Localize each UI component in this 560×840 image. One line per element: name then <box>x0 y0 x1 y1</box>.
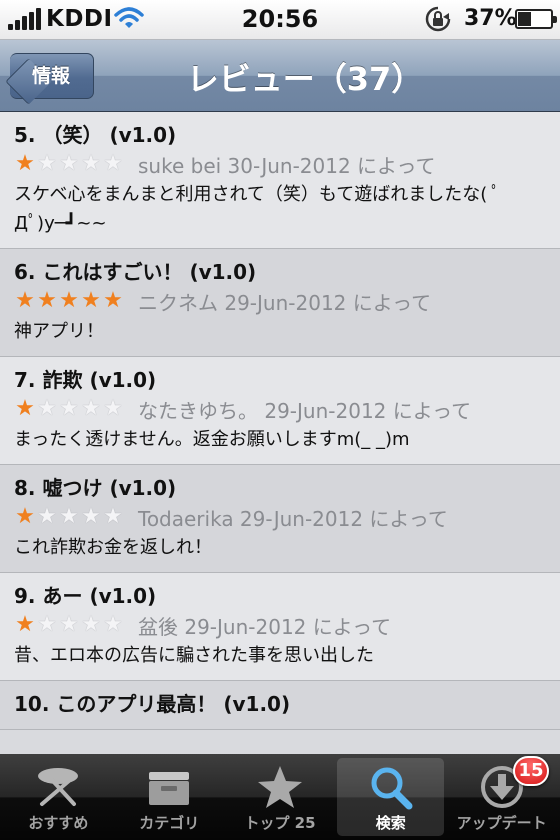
review-item[interactable]: 7. 詐欺 (v1.0) ★ ★ ★ ★ ★ なたきゆち。 29-Jun-2012 によって… <box>0 357 560 465</box>
star-icon: ★ <box>103 396 123 421</box>
star-icon: ★ <box>37 504 57 529</box>
review-author: 盆後 29-Jun-2012 によって <box>138 614 392 639</box>
star-icon: ★ <box>15 288 35 313</box>
review-title: 8. 嘘つけ (v1.0) <box>14 476 177 500</box>
star-icon: ★ <box>81 396 101 421</box>
back-button[interactable]: 情報 <box>5 53 94 105</box>
star-icon: ★ <box>15 151 35 176</box>
star-icon: ★ <box>81 612 101 637</box>
categories-icon <box>149 772 190 805</box>
updates-badge: 15 <box>512 756 549 786</box>
review-body: 神アプリ！ <box>14 321 104 342</box>
star-icon: ★ <box>59 504 79 529</box>
rotation-lock-icon <box>425 6 451 32</box>
star-icon: ★ <box>81 504 101 529</box>
tab-search[interactable]: 検索 <box>337 758 445 836</box>
tab-updates[interactable]: 15 アップデート <box>448 756 555 836</box>
star-icon <box>257 766 302 808</box>
tab-label: カテゴリ <box>139 814 200 832</box>
review-meta: ★ ★ ★ ★ ★ Todaerika 29-Jun-2012 によって <box>14 503 546 531</box>
navigation-bar: 情報 レビュー（37） <box>0 40 560 112</box>
battery-percent: 37% <box>464 6 517 31</box>
rating-stars: ★ ★ ★ ★ ★ <box>14 506 124 528</box>
review-list[interactable]: 5. （笑） (v1.0) ★ ★ ★ ★ ★ suke bei 30-Jun-2012 に… <box>0 112 560 754</box>
review-body: 昔、エロ本の広告に騙された事を思い出した <box>14 645 374 666</box>
battery-icon <box>515 9 557 29</box>
star-icon: ★ <box>37 288 57 313</box>
review-item[interactable]: 9. あー (v1.0) ★ ★ ★ ★ ★ 盆後 29-Jun-2012 によって 昔、エロ… <box>0 573 560 681</box>
star-icon: ★ <box>37 396 57 421</box>
star-icon: ★ <box>81 288 101 313</box>
review-item[interactable]: 8. 嘘つけ (v1.0) ★ ★ ★ ★ ★ Todaerika 29-Jun-2012 … <box>0 465 560 573</box>
rating-stars: ★ ★ ★ ★ ★ <box>14 290 124 312</box>
tab-label: アップデート <box>456 814 547 832</box>
review-item[interactable]: 5. （笑） (v1.0) ★ ★ ★ ★ ★ suke bei 30-Jun-2012 に… <box>0 112 560 249</box>
tab-label: おすすめ <box>28 814 89 832</box>
review-title: 9. あー (v1.0) <box>14 584 157 608</box>
star-icon: ★ <box>15 396 35 421</box>
tab-label: トップ 25 <box>244 814 316 832</box>
star-icon: ★ <box>59 288 79 313</box>
review-body: これ詐欺お金を返しれ！ <box>14 537 212 558</box>
star-icon: ★ <box>81 151 101 176</box>
star-icon: ★ <box>37 612 57 637</box>
review-author: Todaerika 29-Jun-2012 によって <box>138 506 448 531</box>
tab-top25[interactable]: トップ 25 <box>227 758 334 836</box>
review-title: 10. このアプリ最高！ (v1.0) <box>14 692 291 716</box>
star-icon: ★ <box>59 612 79 637</box>
rating-stars: ★ ★ ★ ★ ★ <box>14 614 124 636</box>
review-title: 7. 詐欺 (v1.0) <box>14 368 157 392</box>
star-icon: ★ <box>103 151 123 176</box>
review-item[interactable]: 6. これはすごい！ (v1.0) ★ ★ ★ ★ ★ ニクネム 29-Jun-2012 に… <box>0 249 560 357</box>
star-icon: ★ <box>59 396 79 421</box>
rating-stars: ★ ★ ★ ★ ★ <box>14 398 124 420</box>
review-author: なたきゆち。 29-Jun-2012 によって <box>138 398 472 423</box>
star-icon: ★ <box>103 288 123 313</box>
star-icon: ★ <box>103 612 123 637</box>
star-icon: ★ <box>103 504 123 529</box>
back-button-label: 情報 <box>32 65 71 87</box>
review-meta: ★ ★ ★ ★ ★ suke bei 30-Jun-2012 によって <box>14 150 546 178</box>
review-meta: ★ ★ ★ ★ ★ なたきゆち。 29-Jun-2012 によって <box>14 395 546 423</box>
review-body: まったく透けません。返金お願いしますm(_ _)m <box>14 429 410 450</box>
review-author: ニクネム 29-Jun-2012 によって <box>138 290 432 315</box>
status-bar: KDDI 20:56 37% <box>0 0 560 40</box>
review-item[interactable]: 10. このアプリ最高！ (v1.0) <box>0 681 560 730</box>
star-icon: ★ <box>15 504 35 529</box>
featured-icon <box>38 768 79 806</box>
star-icon: ★ <box>15 612 35 637</box>
review-meta: ★ ★ ★ ★ ★ ニクネム 29-Jun-2012 によって <box>14 287 546 315</box>
review-body: スケベ心をまんまと利用されて（笑）もて遊ばれましたな( ﾟДﾟ)y─┛~~ <box>14 184 501 234</box>
review-author: suke bei 30-Jun-2012 によって <box>138 153 436 178</box>
review-title: 5. （笑） (v1.0) <box>14 123 177 147</box>
tab-bar: おすすめ カテゴリ トップ 25 検索 15 アップデート <box>0 754 560 840</box>
star-icon: ★ <box>59 151 79 176</box>
tab-label: 検索 <box>375 814 406 832</box>
search-icon <box>371 767 413 810</box>
rating-stars: ★ ★ ★ ★ ★ <box>14 153 124 175</box>
page-title: レビュー（37） <box>186 60 424 98</box>
review-title: 6. これはすごい！ (v1.0) <box>14 260 257 284</box>
tab-featured[interactable]: おすすめ <box>5 758 112 836</box>
star-icon: ★ <box>37 151 57 176</box>
review-meta: ★ ★ ★ ★ ★ 盆後 29-Jun-2012 によって <box>14 611 546 639</box>
tab-categories[interactable]: カテゴリ <box>116 758 223 836</box>
